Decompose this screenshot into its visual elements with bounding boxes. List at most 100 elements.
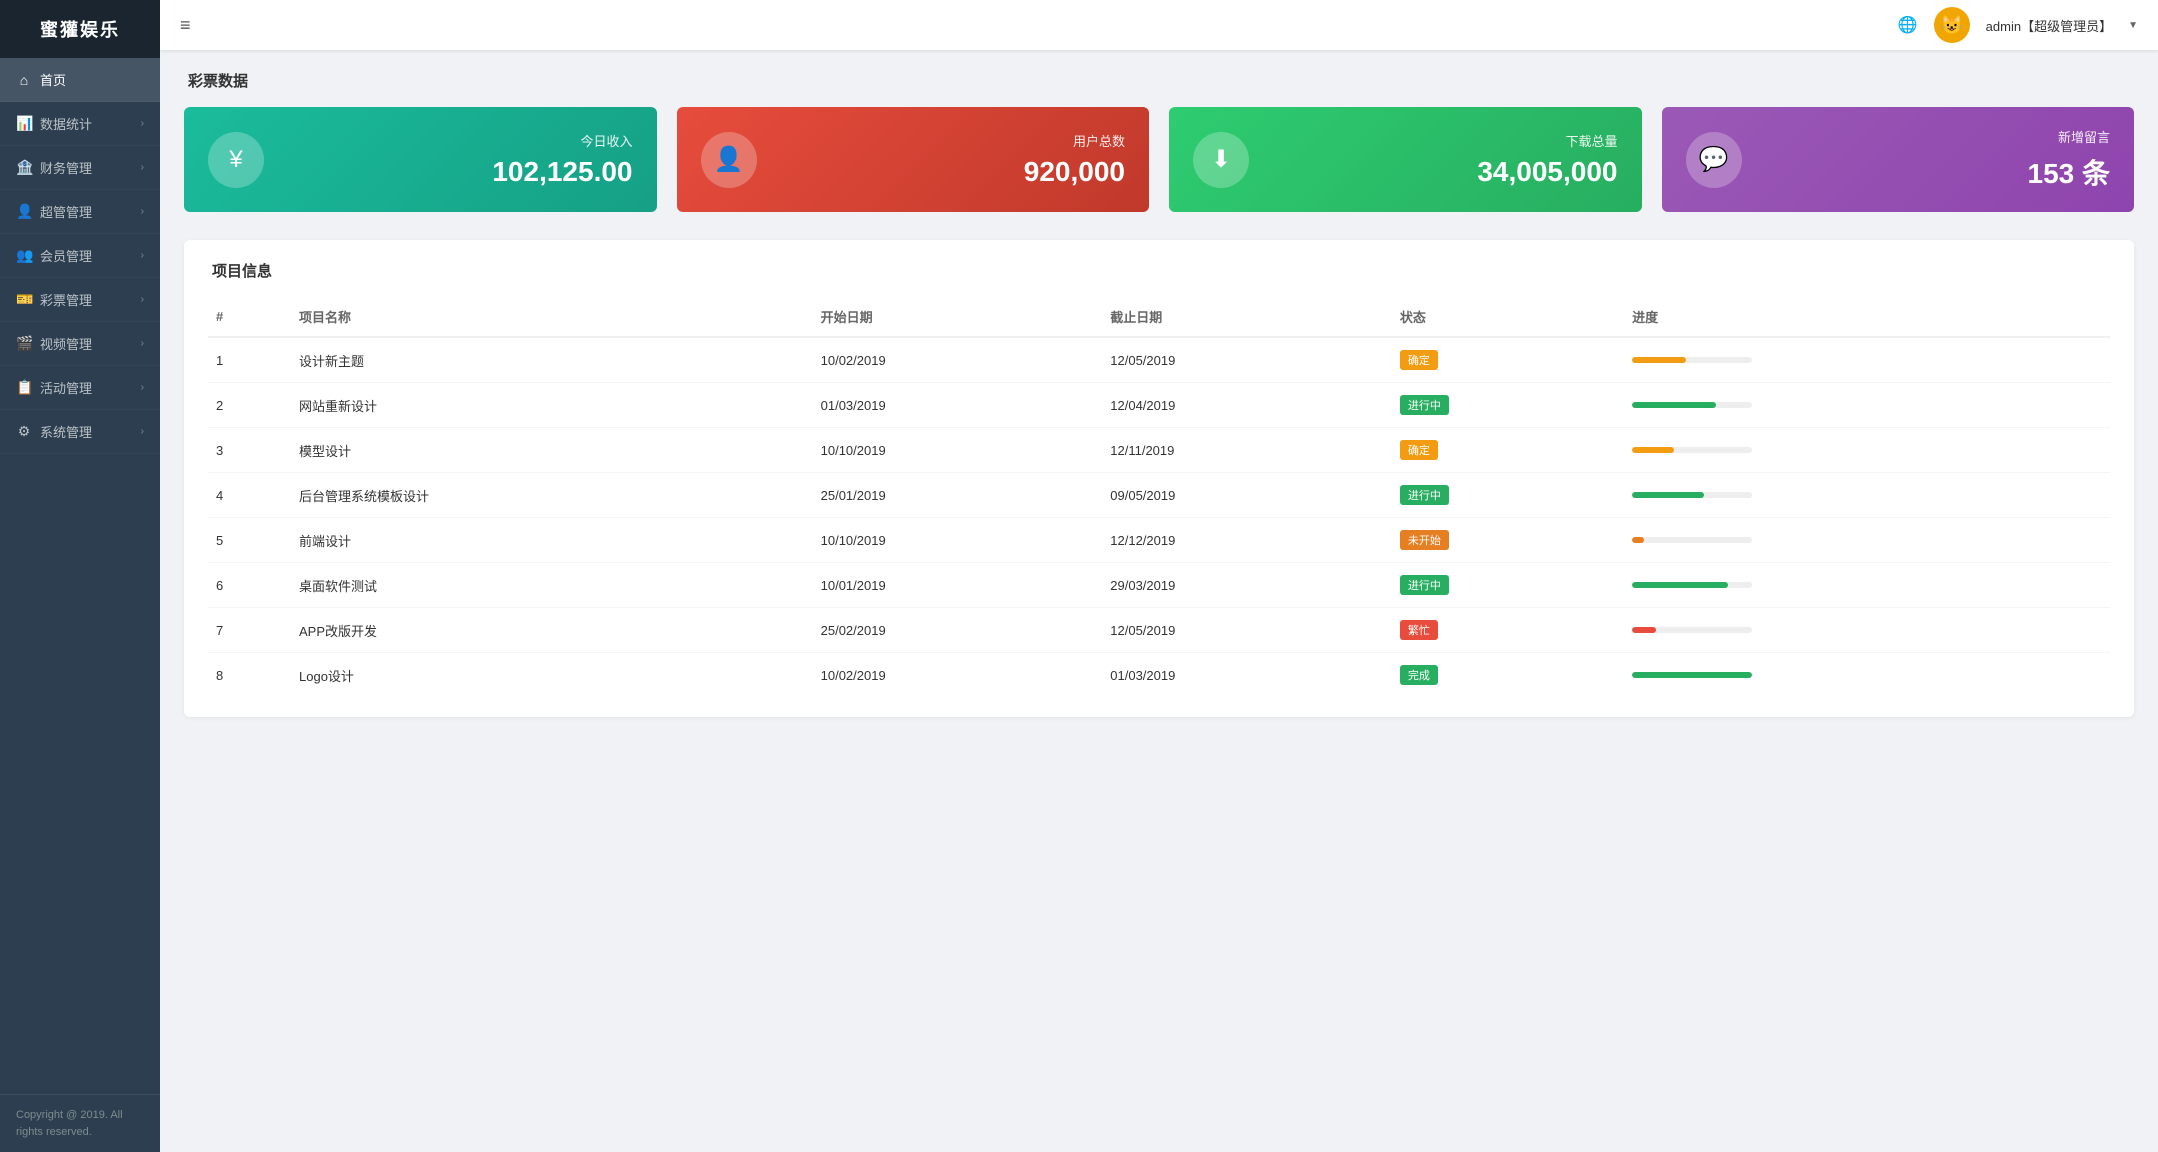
username-label[interactable]: admin【超级管理员】 <box>1986 16 2112 35</box>
status-badge: 进行中 <box>1400 485 1449 505</box>
row-start: 10/02/2019 <box>813 653 1103 698</box>
row-status: 进行中 <box>1392 383 1624 428</box>
row-progress <box>1624 473 2110 518</box>
sidebar-label-finance: 财务管理 <box>40 158 92 177</box>
row-id: 8 <box>208 653 291 698</box>
arrow-icon: › <box>141 426 144 437</box>
row-name: 设计新主题 <box>291 337 813 383</box>
project-table: #项目名称开始日期截止日期状态进度 1 设计新主题 10/02/2019 12/… <box>208 297 2110 697</box>
menu-toggle[interactable]: ≡ <box>180 15 191 36</box>
row-status: 完成 <box>1392 653 1624 698</box>
col-header: 项目名称 <box>291 297 813 337</box>
system-icon: ⚙ <box>16 423 32 440</box>
row-start: 10/02/2019 <box>813 337 1103 383</box>
row-progress <box>1624 337 2110 383</box>
dropdown-icon[interactable]: ▼ <box>2128 20 2138 31</box>
row-status: 确定 <box>1392 428 1624 473</box>
progress-fill <box>1632 402 1716 408</box>
arrow-icon: › <box>141 294 144 305</box>
stat-label-downloads: 下载总量 <box>1477 131 1617 150</box>
sidebar-item-left: 🎬 视频管理 <box>16 334 92 353</box>
table-row: 4 后台管理系统模板设计 25/01/2019 09/05/2019 进行中 <box>208 473 2110 518</box>
row-name: 桌面软件测试 <box>291 563 813 608</box>
row-status: 繁忙 <box>1392 608 1624 653</box>
stat-info-revenue: 今日收入 102,125.00 <box>492 131 632 188</box>
sidebar-footer: Copyright @ 2019. All rights reserved. <box>0 1094 160 1152</box>
sidebar-item-video[interactable]: 🎬 视频管理 › <box>0 322 160 366</box>
stat-info-users: 用户总数 920,000 <box>1024 131 1125 188</box>
col-header: 进度 <box>1624 297 2110 337</box>
sidebar-item-home[interactable]: ⌂ 首页 <box>0 58 160 102</box>
super-admin-icon: 👤 <box>16 203 32 220</box>
row-end: 29/03/2019 <box>1102 563 1392 608</box>
table-row: 3 模型设计 10/10/2019 12/11/2019 确定 <box>208 428 2110 473</box>
stat-card-messages: 💬 新增留言 153 条 <box>1662 107 2135 212</box>
project-section: 项目信息 #项目名称开始日期截止日期状态进度 1 设计新主题 10/02/201… <box>184 240 2134 717</box>
globe-icon[interactable]: 🌐 <box>1898 15 1918 35</box>
progress-fill <box>1632 627 1656 633</box>
finance-icon: 🏦 <box>16 159 32 176</box>
arrow-icon: › <box>141 250 144 261</box>
progress-container <box>1632 627 1752 633</box>
sidebar-label-system: 系统管理 <box>40 422 92 441</box>
progress-fill <box>1632 447 1674 453</box>
sidebar-item-data-stats[interactable]: 📊 数据统计 › <box>0 102 160 146</box>
content-area: 彩票数据 ¥ 今日收入 102,125.00 👤 用户总数 920,000 ⬇ … <box>160 50 2158 1152</box>
sidebar-item-left: 👤 超管管理 <box>16 202 92 221</box>
row-id: 5 <box>208 518 291 563</box>
sidebar-item-left: ⚙ 系统管理 <box>16 422 92 441</box>
lottery-icon: 🎫 <box>16 291 32 308</box>
avatar[interactable]: 😺 <box>1934 7 1970 43</box>
sidebar: 蜜獾娱乐 ⌂ 首页 📊 数据统计 › 🏦 财务管理 › 👤 超管管理 › 👥 会… <box>0 0 160 1152</box>
sidebar-label-home: 首页 <box>40 70 66 89</box>
sidebar-item-left: 🏦 财务管理 <box>16 158 92 177</box>
row-progress <box>1624 563 2110 608</box>
downloads-icon: ⬇ <box>1193 132 1249 188</box>
stat-value-revenue: 102,125.00 <box>492 156 632 188</box>
member-icon: 👥 <box>16 247 32 264</box>
sidebar-item-finance[interactable]: 🏦 财务管理 › <box>0 146 160 190</box>
row-id: 6 <box>208 563 291 608</box>
row-progress <box>1624 608 2110 653</box>
stat-info-downloads: 下载总量 34,005,000 <box>1477 131 1617 188</box>
progress-fill <box>1632 582 1728 588</box>
sidebar-item-system[interactable]: ⚙ 系统管理 › <box>0 410 160 454</box>
sidebar-item-activity[interactable]: 📋 活动管理 › <box>0 366 160 410</box>
table-row: 7 APP改版开发 25/02/2019 12/05/2019 繁忙 <box>208 608 2110 653</box>
row-status: 进行中 <box>1392 563 1624 608</box>
row-progress <box>1624 518 2110 563</box>
stat-info-messages: 新增留言 153 条 <box>2028 127 2111 192</box>
row-progress <box>1624 383 2110 428</box>
row-id: 1 <box>208 337 291 383</box>
arrow-icon: › <box>141 382 144 393</box>
row-end: 12/05/2019 <box>1102 608 1392 653</box>
stat-value-messages: 153 条 <box>2028 152 2111 192</box>
row-name: 网站重新设计 <box>291 383 813 428</box>
row-end: 12/12/2019 <box>1102 518 1392 563</box>
table-row: 2 网站重新设计 01/03/2019 12/04/2019 进行中 <box>208 383 2110 428</box>
stat-value-users: 920,000 <box>1024 156 1125 188</box>
table-row: 1 设计新主题 10/02/2019 12/05/2019 确定 <box>208 337 2110 383</box>
status-badge: 确定 <box>1400 350 1438 370</box>
stat-label-revenue: 今日收入 <box>492 131 632 150</box>
progress-fill <box>1632 537 1644 543</box>
col-header: 截止日期 <box>1102 297 1392 337</box>
stats-row: ¥ 今日收入 102,125.00 👤 用户总数 920,000 ⬇ 下载总量 … <box>184 107 2134 212</box>
sidebar-item-member[interactable]: 👥 会员管理 › <box>0 234 160 278</box>
row-end: 12/04/2019 <box>1102 383 1392 428</box>
video-icon: 🎬 <box>16 335 32 352</box>
table-row: 5 前端设计 10/10/2019 12/12/2019 未开始 <box>208 518 2110 563</box>
sidebar-item-lottery[interactable]: 🎫 彩票管理 › <box>0 278 160 322</box>
stat-card-users: 👤 用户总数 920,000 <box>677 107 1150 212</box>
arrow-icon: › <box>141 162 144 173</box>
status-badge: 完成 <box>1400 665 1438 685</box>
col-header: 状态 <box>1392 297 1624 337</box>
sidebar-item-super-admin[interactable]: 👤 超管管理 › <box>0 190 160 234</box>
header: ≡ 🌐 😺 admin【超级管理员】 ▼ <box>160 0 2158 50</box>
stat-value-downloads: 34,005,000 <box>1477 156 1617 188</box>
row-start: 25/01/2019 <box>813 473 1103 518</box>
sidebar-item-left: 👥 会员管理 <box>16 246 92 265</box>
sidebar-label-super-admin: 超管管理 <box>40 202 92 221</box>
sidebar-label-activity: 活动管理 <box>40 378 92 397</box>
main-area: ≡ 🌐 😺 admin【超级管理员】 ▼ 彩票数据 ¥ 今日收入 102,125… <box>160 0 2158 1152</box>
